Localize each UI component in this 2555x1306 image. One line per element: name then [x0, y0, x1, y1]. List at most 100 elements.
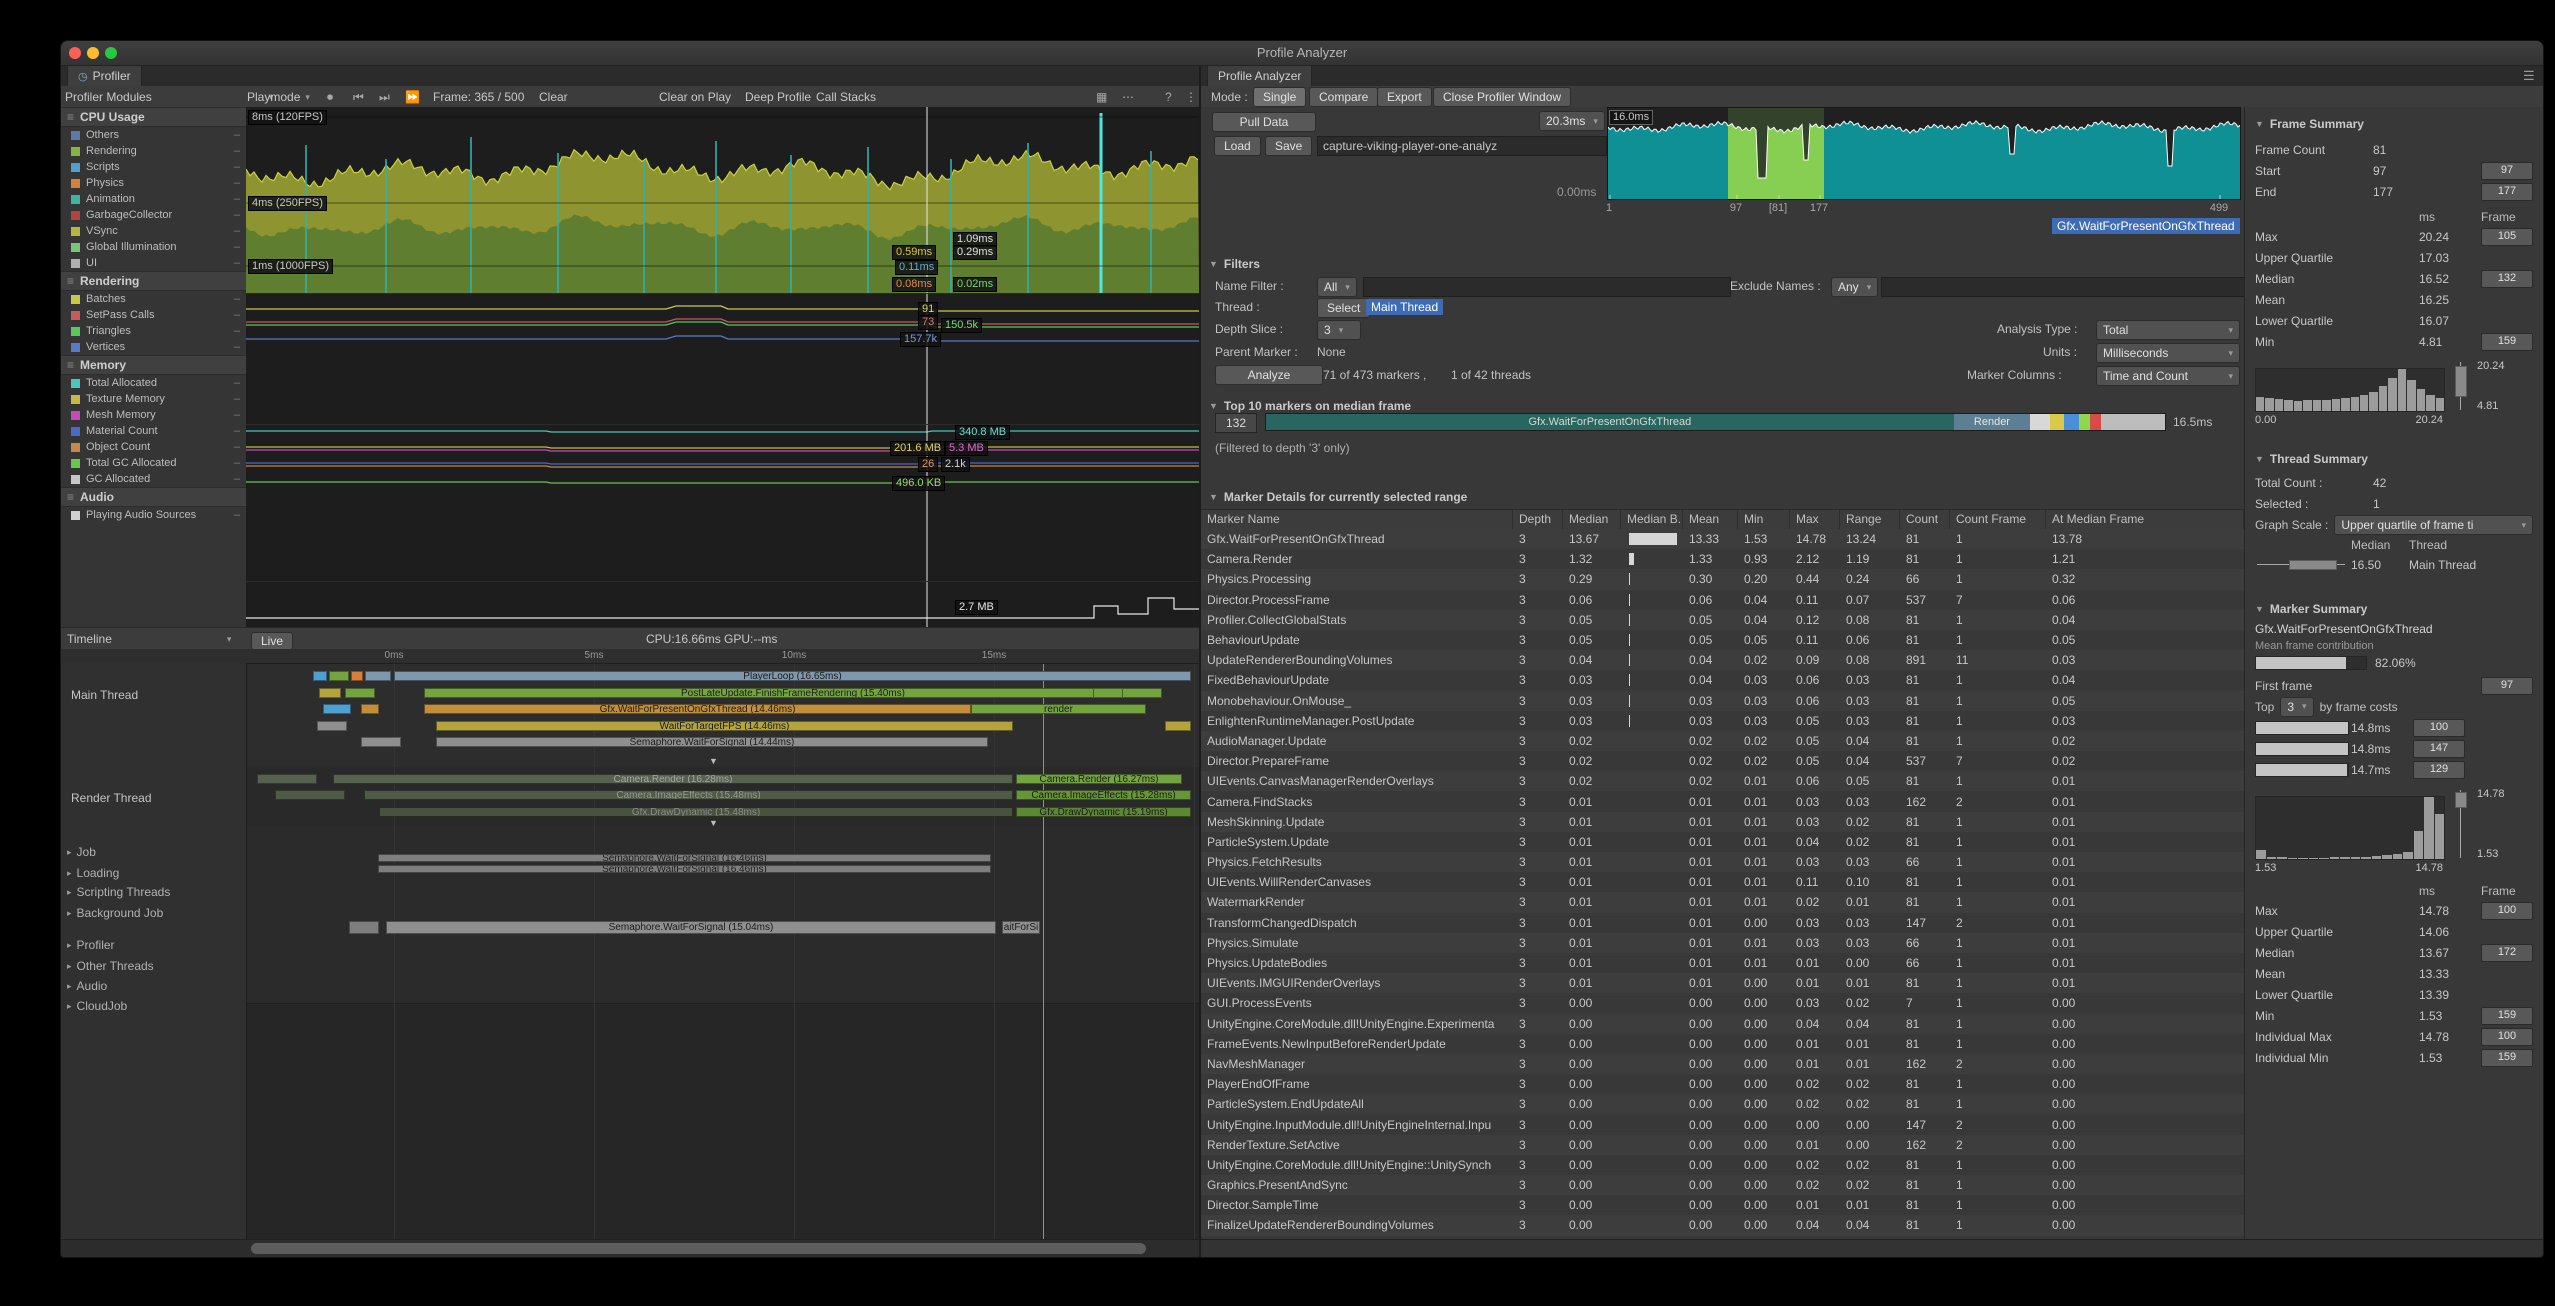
column-header[interactable]: Median [1563, 510, 1621, 530]
module-header[interactable]: ≡ Rendering [61, 271, 246, 291]
timeline-fragment[interactable] [257, 774, 317, 784]
marker-table-row[interactable]: EnlightenRuntimeManager.PostUpdate 3 0.0… [1201, 711, 2244, 731]
rendering-chart[interactable]: 9173150.5k157.7k [246, 294, 1199, 425]
graph-scale-dropdown[interactable]: Upper quartile of frame ti ▾ [2334, 515, 2533, 535]
goto-frame-button[interactable]: 132 [2481, 270, 2533, 288]
call-stacks-button[interactable]: Call Stacks [816, 86, 876, 108]
marker-table-row[interactable]: Director.PrepareFrame 3 0.02 0.02 0.02 0… [1201, 751, 2244, 771]
window-menu-icon[interactable]: ☰ [2523, 68, 2535, 84]
thread-filter-value[interactable]: Main Thread [1366, 299, 1443, 315]
more-options-icon[interactable]: ⋯ [1122, 86, 1134, 108]
thread-group-row[interactable]: ▸Scripting Threads [67, 885, 170, 899]
thread-group-row[interactable]: ▸CloudJob [67, 999, 127, 1013]
goto-frame-button[interactable]: 159 [2481, 1049, 2533, 1067]
threshold-chip[interactable]: 16.0ms [1609, 110, 1653, 125]
marker-table-row[interactable]: RenderTexture.SetActive 3 0.00 0.00 0.00… [1201, 1135, 2244, 1155]
timeline-fragment[interactable] [1093, 688, 1123, 698]
marker-table-row[interactable]: GUI.ProcessEvents 3 0.00 0.00 0.00 0.03 … [1201, 993, 2244, 1013]
marker-table-row[interactable]: FrameEvents.NewInputBeforeRenderUpdate 3… [1201, 1034, 2244, 1054]
frame-time-chart[interactable] [1607, 107, 2241, 200]
tab-profiler[interactable]: ◷ Profiler [67, 66, 142, 86]
marker-table-row[interactable]: BehaviourUpdate 3 0.05 0.05 0.05 0.11 0.… [1201, 630, 2244, 650]
legend-item[interactable]: Total GC Allocated– [61, 455, 246, 471]
tab-profile-analyzer[interactable]: Profile Analyzer [1207, 66, 1312, 86]
goto-frame-button[interactable]: 172 [2481, 944, 2533, 962]
depth-slice-dropdown[interactable]: 3 ▾ [1317, 320, 1361, 340]
chart-scale-dropdown[interactable]: 20.3ms ▾ [1539, 111, 1605, 131]
marker-table-row[interactable]: Physics.UpdateBodies 3 0.01 0.01 0.01 0.… [1201, 953, 2244, 973]
filters-section-header[interactable]: ▼ Filters [1209, 257, 1260, 271]
timeline-horizontal-scrollbar[interactable] [61, 1239, 1200, 1257]
legend-item[interactable]: Object Count– [61, 439, 246, 455]
frame-time-histogram[interactable] [2255, 368, 2445, 412]
marker-table-row[interactable]: Graphics.PresentAndSync 3 0.00 0.00 0.00… [1201, 1175, 2244, 1195]
timeline-fragment[interactable] [349, 921, 379, 934]
column-header[interactable]: Count [1900, 510, 1950, 530]
column-header[interactable]: Median B... [1621, 510, 1683, 530]
legend-item[interactable]: Batches– [61, 291, 246, 307]
legend-item[interactable]: Mesh Memory– [61, 407, 246, 423]
goto-frame-button[interactable]: 147 [2413, 740, 2465, 758]
top10-segment[interactable]: Gfx.WaitForPresentOnGfxThread [1266, 414, 1954, 430]
legend-item[interactable]: VSync– [61, 223, 246, 239]
top-n-dropdown[interactable]: 3 ▾ [2280, 697, 2313, 717]
goto-frame-button[interactable]: 159 [2481, 1007, 2533, 1025]
first-frame-button[interactable]: ⏮ [353, 86, 364, 108]
marker-table-row[interactable]: Director.SampleTime 3 0.00 0.00 0.00 0.0… [1201, 1195, 2244, 1215]
selected-marker-chip[interactable]: Gfx.WaitForPresentOnGfxThread [2052, 218, 2240, 234]
clear-on-play-button[interactable]: Clear on Play [659, 86, 731, 108]
clear-button[interactable]: Clear [539, 86, 568, 108]
marker-columns-dropdown[interactable]: Time and Count ▾ [2096, 366, 2240, 386]
top10-segment[interactable] [2101, 414, 2165, 430]
column-header[interactable]: Depth [1513, 510, 1563, 530]
marker-table-row[interactable]: UIEvents.CanvasManagerRenderOverlays 3 0… [1201, 771, 2244, 791]
memory-chart[interactable]: 340.8 MB201.6 MB5.3 MB2.1k26496.0 KB [246, 425, 1199, 582]
marker-table-row[interactable]: AudioManager.Update 3 0.02 0.02 0.02 0.0… [1201, 731, 2244, 751]
marker-table-row[interactable]: FixedBehaviourUpdate 3 0.03 0.04 0.03 0.… [1201, 670, 2244, 690]
legend-item[interactable]: Total Allocated– [61, 375, 246, 391]
load-button[interactable]: Load [1214, 136, 1261, 156]
last-frame-button[interactable]: ⏩ [405, 86, 420, 108]
thread-group-row[interactable]: ▸Profiler [67, 938, 115, 952]
next-frame-button[interactable]: ⏭ [379, 86, 390, 108]
collapse-arrow-icon[interactable]: ▼ [709, 756, 718, 766]
top10-segment[interactable]: Render [1954, 414, 2030, 430]
help-icon[interactable]: ? [1165, 86, 1172, 108]
timeline-fragment[interactable] [361, 704, 379, 714]
legend-item[interactable]: Material Count– [61, 423, 246, 439]
record-button[interactable]: ⏺ [327, 86, 333, 108]
marker-table-row[interactable]: MeshSkinning.Update 3 0.01 0.01 0.01 0.0… [1201, 812, 2244, 832]
marker-table-row[interactable]: UpdateRendererBoundingVolumes 3 0.04 0.0… [1201, 650, 2244, 670]
save-button[interactable]: Save [1265, 136, 1312, 156]
column-header[interactable]: Mean [1683, 510, 1738, 530]
name-filter-input[interactable] [1363, 277, 1731, 297]
timeline-fragment[interactable] [323, 704, 351, 714]
units-dropdown[interactable]: Milliseconds ▾ [2096, 343, 2240, 363]
top10-segment[interactable] [2064, 414, 2078, 430]
thread-group-row[interactable]: ▸Job [67, 845, 96, 859]
timeline-fragment[interactable] [351, 671, 363, 681]
timeline-fragment[interactable] [345, 688, 375, 698]
goto-frame-button[interactable]: 97 [2481, 162, 2533, 180]
goto-frame-button[interactable]: 159 [2481, 333, 2533, 351]
collapse-arrow-icon[interactable]: ▼ [709, 818, 718, 828]
top10-section-header[interactable]: ▼ Top 10 markers on median frame [1209, 399, 1411, 413]
legend-item[interactable]: UI– [61, 255, 246, 271]
top10-segment[interactable] [2030, 414, 2050, 430]
analysis-type-dropdown[interactable]: Total ▾ [2096, 320, 2240, 340]
legend-item[interactable]: Global Illumination– [61, 239, 246, 255]
mode-compare-button[interactable]: Compare [1309, 87, 1378, 107]
name-filter-mode-dropdown[interactable]: All ▾ [1317, 277, 1357, 297]
timeline-fragment[interactable] [365, 671, 391, 681]
exclude-mode-dropdown[interactable]: Any ▾ [1831, 277, 1878, 297]
marker-details-header[interactable]: ▼ Marker Details for currently selected … [1209, 490, 1467, 504]
legend-item[interactable]: GarbageCollector– [61, 207, 246, 223]
legend-item[interactable]: Rendering– [61, 143, 246, 159]
thread-group-row[interactable]: ▸Background Job [67, 906, 163, 920]
thread-group-row[interactable]: ▸Other Threads [67, 959, 154, 973]
module-header[interactable]: ≡ Memory [61, 355, 246, 375]
timeline-view-dropdown[interactable]: Timeline ▾ [67, 628, 231, 650]
legend-item[interactable]: Vertices– [61, 339, 246, 355]
profiler-modules-dropdown[interactable]: Profiler Modules ▾ [65, 86, 273, 108]
goto-frame-button[interactable]: 177 [2481, 183, 2533, 201]
